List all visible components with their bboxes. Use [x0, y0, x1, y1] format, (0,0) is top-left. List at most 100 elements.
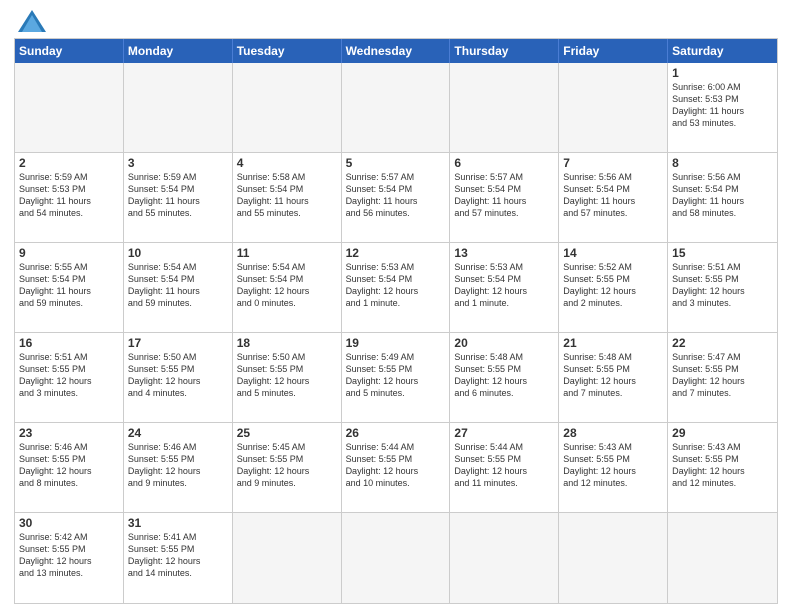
cal-cell	[233, 513, 342, 603]
header	[14, 10, 778, 32]
day-number: 17	[128, 336, 228, 350]
day-number: 21	[563, 336, 663, 350]
day-info: Sunrise: 5:58 AM Sunset: 5:54 PM Dayligh…	[237, 171, 337, 220]
cal-cell	[15, 63, 124, 153]
logo	[14, 10, 46, 32]
day-info: Sunrise: 5:42 AM Sunset: 5:55 PM Dayligh…	[19, 531, 119, 580]
cal-cell: 20Sunrise: 5:48 AM Sunset: 5:55 PM Dayli…	[450, 333, 559, 423]
day-number: 15	[672, 246, 773, 260]
calendar: SundayMondayTuesdayWednesdayThursdayFrid…	[14, 38, 778, 604]
day-info: Sunrise: 5:55 AM Sunset: 5:54 PM Dayligh…	[19, 261, 119, 310]
day-info: Sunrise: 5:51 AM Sunset: 5:55 PM Dayligh…	[672, 261, 773, 310]
day-number: 26	[346, 426, 446, 440]
logo-area	[14, 10, 46, 32]
cal-cell	[450, 63, 559, 153]
weekday-header-wednesday: Wednesday	[342, 39, 451, 63]
day-info: Sunrise: 5:56 AM Sunset: 5:54 PM Dayligh…	[563, 171, 663, 220]
day-info: Sunrise: 6:00 AM Sunset: 5:53 PM Dayligh…	[672, 81, 773, 130]
cal-cell: 21Sunrise: 5:48 AM Sunset: 5:55 PM Dayli…	[559, 333, 668, 423]
day-number: 24	[128, 426, 228, 440]
cal-cell: 7Sunrise: 5:56 AM Sunset: 5:54 PM Daylig…	[559, 153, 668, 243]
day-info: Sunrise: 5:56 AM Sunset: 5:54 PM Dayligh…	[672, 171, 773, 220]
day-number: 4	[237, 156, 337, 170]
day-number: 2	[19, 156, 119, 170]
cal-cell: 30Sunrise: 5:42 AM Sunset: 5:55 PM Dayli…	[15, 513, 124, 603]
day-number: 10	[128, 246, 228, 260]
cal-cell: 11Sunrise: 5:54 AM Sunset: 5:54 PM Dayli…	[233, 243, 342, 333]
cal-cell: 9Sunrise: 5:55 AM Sunset: 5:54 PM Daylig…	[15, 243, 124, 333]
day-number: 29	[672, 426, 773, 440]
day-number: 14	[563, 246, 663, 260]
day-info: Sunrise: 5:45 AM Sunset: 5:55 PM Dayligh…	[237, 441, 337, 490]
logo-icon	[18, 10, 46, 32]
day-number: 13	[454, 246, 554, 260]
day-number: 22	[672, 336, 773, 350]
day-number: 7	[563, 156, 663, 170]
cal-cell	[450, 513, 559, 603]
day-number: 30	[19, 516, 119, 530]
weekday-header-thursday: Thursday	[450, 39, 559, 63]
day-number: 31	[128, 516, 228, 530]
cal-cell: 2Sunrise: 5:59 AM Sunset: 5:53 PM Daylig…	[15, 153, 124, 243]
day-info: Sunrise: 5:57 AM Sunset: 5:54 PM Dayligh…	[454, 171, 554, 220]
cal-cell	[559, 513, 668, 603]
cal-cell: 31Sunrise: 5:41 AM Sunset: 5:55 PM Dayli…	[124, 513, 233, 603]
cal-cell	[668, 513, 777, 603]
cal-cell: 5Sunrise: 5:57 AM Sunset: 5:54 PM Daylig…	[342, 153, 451, 243]
calendar-body: 1Sunrise: 6:00 AM Sunset: 5:53 PM Daylig…	[15, 63, 777, 603]
cal-cell: 29Sunrise: 5:43 AM Sunset: 5:55 PM Dayli…	[668, 423, 777, 513]
day-info: Sunrise: 5:50 AM Sunset: 5:55 PM Dayligh…	[237, 351, 337, 400]
day-number: 28	[563, 426, 663, 440]
cal-cell: 15Sunrise: 5:51 AM Sunset: 5:55 PM Dayli…	[668, 243, 777, 333]
cal-cell: 24Sunrise: 5:46 AM Sunset: 5:55 PM Dayli…	[124, 423, 233, 513]
cal-cell: 14Sunrise: 5:52 AM Sunset: 5:55 PM Dayli…	[559, 243, 668, 333]
cal-cell: 26Sunrise: 5:44 AM Sunset: 5:55 PM Dayli…	[342, 423, 451, 513]
day-info: Sunrise: 5:46 AM Sunset: 5:55 PM Dayligh…	[128, 441, 228, 490]
cal-cell: 16Sunrise: 5:51 AM Sunset: 5:55 PM Dayli…	[15, 333, 124, 423]
day-info: Sunrise: 5:44 AM Sunset: 5:55 PM Dayligh…	[454, 441, 554, 490]
cal-cell: 10Sunrise: 5:54 AM Sunset: 5:54 PM Dayli…	[124, 243, 233, 333]
day-info: Sunrise: 5:59 AM Sunset: 5:54 PM Dayligh…	[128, 171, 228, 220]
day-number: 8	[672, 156, 773, 170]
cal-cell: 28Sunrise: 5:43 AM Sunset: 5:55 PM Dayli…	[559, 423, 668, 513]
day-info: Sunrise: 5:50 AM Sunset: 5:55 PM Dayligh…	[128, 351, 228, 400]
day-info: Sunrise: 5:48 AM Sunset: 5:55 PM Dayligh…	[563, 351, 663, 400]
cal-cell: 22Sunrise: 5:47 AM Sunset: 5:55 PM Dayli…	[668, 333, 777, 423]
day-info: Sunrise: 5:52 AM Sunset: 5:55 PM Dayligh…	[563, 261, 663, 310]
cal-cell: 1Sunrise: 6:00 AM Sunset: 5:53 PM Daylig…	[668, 63, 777, 153]
calendar-header: SundayMondayTuesdayWednesdayThursdayFrid…	[15, 39, 777, 63]
day-info: Sunrise: 5:54 AM Sunset: 5:54 PM Dayligh…	[237, 261, 337, 310]
day-info: Sunrise: 5:49 AM Sunset: 5:55 PM Dayligh…	[346, 351, 446, 400]
day-number: 6	[454, 156, 554, 170]
cal-cell: 27Sunrise: 5:44 AM Sunset: 5:55 PM Dayli…	[450, 423, 559, 513]
page: SundayMondayTuesdayWednesdayThursdayFrid…	[0, 0, 792, 612]
cal-cell: 3Sunrise: 5:59 AM Sunset: 5:54 PM Daylig…	[124, 153, 233, 243]
day-number: 20	[454, 336, 554, 350]
day-info: Sunrise: 5:53 AM Sunset: 5:54 PM Dayligh…	[454, 261, 554, 310]
day-number: 23	[19, 426, 119, 440]
day-info: Sunrise: 5:43 AM Sunset: 5:55 PM Dayligh…	[563, 441, 663, 490]
day-info: Sunrise: 5:51 AM Sunset: 5:55 PM Dayligh…	[19, 351, 119, 400]
day-number: 12	[346, 246, 446, 260]
cal-cell: 23Sunrise: 5:46 AM Sunset: 5:55 PM Dayli…	[15, 423, 124, 513]
cal-cell: 8Sunrise: 5:56 AM Sunset: 5:54 PM Daylig…	[668, 153, 777, 243]
weekday-header-monday: Monday	[124, 39, 233, 63]
day-info: Sunrise: 5:53 AM Sunset: 5:54 PM Dayligh…	[346, 261, 446, 310]
cal-cell	[559, 63, 668, 153]
day-info: Sunrise: 5:54 AM Sunset: 5:54 PM Dayligh…	[128, 261, 228, 310]
weekday-header-saturday: Saturday	[668, 39, 777, 63]
cal-cell: 17Sunrise: 5:50 AM Sunset: 5:55 PM Dayli…	[124, 333, 233, 423]
day-info: Sunrise: 5:57 AM Sunset: 5:54 PM Dayligh…	[346, 171, 446, 220]
cal-cell: 19Sunrise: 5:49 AM Sunset: 5:55 PM Dayli…	[342, 333, 451, 423]
cal-cell	[342, 63, 451, 153]
day-info: Sunrise: 5:46 AM Sunset: 5:55 PM Dayligh…	[19, 441, 119, 490]
day-info: Sunrise: 5:48 AM Sunset: 5:55 PM Dayligh…	[454, 351, 554, 400]
weekday-header-tuesday: Tuesday	[233, 39, 342, 63]
cal-cell	[124, 63, 233, 153]
day-info: Sunrise: 5:59 AM Sunset: 5:53 PM Dayligh…	[19, 171, 119, 220]
day-number: 1	[672, 66, 773, 80]
day-number: 25	[237, 426, 337, 440]
cal-cell	[233, 63, 342, 153]
cal-cell: 6Sunrise: 5:57 AM Sunset: 5:54 PM Daylig…	[450, 153, 559, 243]
cal-cell: 18Sunrise: 5:50 AM Sunset: 5:55 PM Dayli…	[233, 333, 342, 423]
